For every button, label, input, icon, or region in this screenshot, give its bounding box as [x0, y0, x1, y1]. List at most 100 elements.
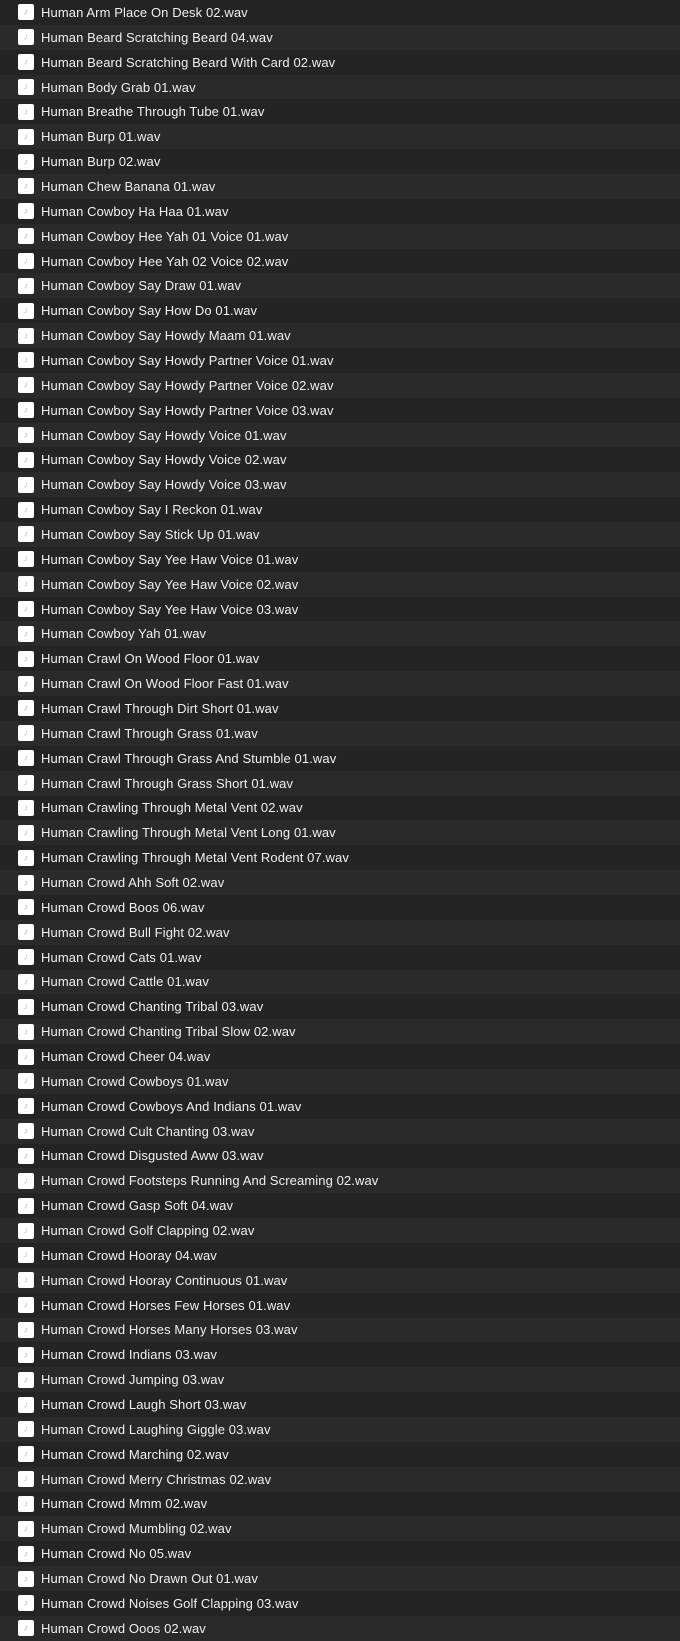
audio-file-icon: [18, 129, 34, 145]
file-row[interactable]: Human Crawl Through Grass Short 01.wav: [0, 771, 680, 796]
file-row[interactable]: Human Crowd Footsteps Running And Scream…: [0, 1168, 680, 1193]
file-row[interactable]: Human Crowd Bull Fight 02.wav: [0, 920, 680, 945]
file-row[interactable]: Human Crowd Indians 03.wav: [0, 1342, 680, 1367]
audio-file-icon: [18, 29, 34, 45]
file-name: Human Crowd Horses Few Horses 01.wav: [41, 1298, 290, 1313]
file-row[interactable]: Human Cowboy Say I Reckon 01.wav: [0, 497, 680, 522]
file-row[interactable]: Human Crawling Through Metal Vent Rodent…: [0, 845, 680, 870]
file-row[interactable]: Human Cowboy Yah 01.wav: [0, 621, 680, 646]
file-row[interactable]: Human Crowd Gasp Soft 04.wav: [0, 1193, 680, 1218]
file-row[interactable]: Human Cowboy Say Yee Haw Voice 01.wav: [0, 547, 680, 572]
file-row[interactable]: Human Crowd Chanting Tribal 03.wav: [0, 994, 680, 1019]
file-row[interactable]: Human Beard Scratching Beard With Card 0…: [0, 50, 680, 75]
audio-file-icon: [18, 1049, 34, 1065]
file-row[interactable]: Human Cowboy Say Howdy Partner Voice 03.…: [0, 398, 680, 423]
audio-file-icon: [18, 1421, 34, 1437]
file-row[interactable]: Human Crowd Noises Golf Clapping 03.wav: [0, 1591, 680, 1616]
file-name: Human Crowd Laughing Giggle 03.wav: [41, 1422, 271, 1437]
audio-file-icon: [18, 1223, 34, 1239]
file-row[interactable]: Human Crowd Cult Chanting 03.wav: [0, 1119, 680, 1144]
file-name: Human Cowboy Say Howdy Voice 03.wav: [41, 477, 287, 492]
file-name: Human Crawling Through Metal Vent Rodent…: [41, 850, 349, 865]
file-name: Human Cowboy Say Howdy Partner Voice 01.…: [41, 353, 334, 368]
file-row[interactable]: Human Cowboy Say Draw 01.wav: [0, 273, 680, 298]
file-name: Human Crowd Cowboys 01.wav: [41, 1074, 229, 1089]
file-row[interactable]: Human Crowd Mumbling 02.wav: [0, 1516, 680, 1541]
file-row[interactable]: Human Cowboy Ha Haa 01.wav: [0, 199, 680, 224]
file-name: Human Burp 02.wav: [41, 154, 160, 169]
file-row[interactable]: Human Crowd Golf Clapping 02.wav: [0, 1218, 680, 1243]
file-row[interactable]: Human Cowboy Say Yee Haw Voice 03.wav: [0, 597, 680, 622]
file-row[interactable]: Human Crowd No 05.wav: [0, 1541, 680, 1566]
file-row[interactable]: Human Crawl On Wood Floor 01.wav: [0, 646, 680, 671]
file-name: Human Crowd Merry Christmas 02.wav: [41, 1472, 271, 1487]
file-row[interactable]: Human Crawl Through Grass And Stumble 01…: [0, 746, 680, 771]
file-name: Human Cowboy Say How Do 01.wav: [41, 303, 257, 318]
file-row[interactable]: Human Crowd Marching 02.wav: [0, 1442, 680, 1467]
file-row[interactable]: Human Cowboy Say Yee Haw Voice 02.wav: [0, 572, 680, 597]
file-row[interactable]: Human Crowd Mmm 02.wav: [0, 1492, 680, 1517]
file-row[interactable]: Human Crowd No Drawn Out 01.wav: [0, 1566, 680, 1591]
file-row[interactable]: Human Crowd Merry Christmas 02.wav: [0, 1467, 680, 1492]
file-name: Human Crawl On Wood Floor Fast 01.wav: [41, 676, 289, 691]
file-row[interactable]: Human Crowd Laughing Giggle 03.wav: [0, 1417, 680, 1442]
file-row[interactable]: Human Cowboy Say Stick Up 01.wav: [0, 522, 680, 547]
file-row[interactable]: Human Crowd Ahh Soft 02.wav: [0, 870, 680, 895]
file-row[interactable]: Human Crowd Cowboys 01.wav: [0, 1069, 680, 1094]
audio-file-icon: [18, 850, 34, 866]
audio-file-icon: [18, 700, 34, 716]
file-row[interactable]: Human Chew Banana 01.wav: [0, 174, 680, 199]
file-row[interactable]: Human Crowd Cheer 04.wav: [0, 1044, 680, 1069]
file-row[interactable]: Human Crowd Cowboys And Indians 01.wav: [0, 1094, 680, 1119]
file-row[interactable]: Human Cowboy Say Howdy Maam 01.wav: [0, 323, 680, 348]
audio-file-icon: [18, 427, 34, 443]
file-row[interactable]: Human Crowd Hooray 04.wav: [0, 1243, 680, 1268]
audio-file-icon: [18, 1123, 34, 1139]
file-name: Human Crowd Indians 03.wav: [41, 1347, 217, 1362]
file-row[interactable]: Human Cowboy Say Howdy Voice 03.wav: [0, 472, 680, 497]
file-name: Human Cowboy Say Yee Haw Voice 01.wav: [41, 552, 298, 567]
file-name: Human Crowd Ooos 02.wav: [41, 1621, 206, 1636]
audio-file-icon: [18, 1173, 34, 1189]
file-row[interactable]: Human Cowboy Hee Yah 01 Voice 01.wav: [0, 224, 680, 249]
file-row[interactable]: Human Crowd Cats 01.wav: [0, 945, 680, 970]
file-row[interactable]: Human Burp 02.wav: [0, 149, 680, 174]
audio-file-icon: [18, 452, 34, 468]
file-row[interactable]: Human Crowd Horses Few Horses 01.wav: [0, 1293, 680, 1318]
file-row[interactable]: Human Arm Place On Desk 02.wav: [0, 0, 680, 25]
file-row[interactable]: Human Crowd Disgusted Aww 03.wav: [0, 1144, 680, 1169]
file-row[interactable]: Human Crawl Through Grass 01.wav: [0, 721, 680, 746]
file-row[interactable]: Human Cowboy Hee Yah 02 Voice 02.wav: [0, 249, 680, 274]
file-row[interactable]: Human Beard Scratching Beard 04.wav: [0, 25, 680, 50]
file-row[interactable]: Human Cowboy Say How Do 01.wav: [0, 298, 680, 323]
file-row[interactable]: Human Crowd Ooos 02.wav: [0, 1616, 680, 1641]
file-row[interactable]: Human Crawling Through Metal Vent 02.wav: [0, 796, 680, 821]
audio-file-icon: [18, 1098, 34, 1114]
file-row[interactable]: Human Crowd Jumping 03.wav: [0, 1367, 680, 1392]
audio-file-icon: [18, 750, 34, 766]
audio-file-icon: [18, 278, 34, 294]
file-row[interactable]: Human Crowd Boos 06.wav: [0, 895, 680, 920]
file-row[interactable]: Human Crawling Through Metal Vent Long 0…: [0, 820, 680, 845]
file-row[interactable]: Human Cowboy Say Howdy Partner Voice 01.…: [0, 348, 680, 373]
file-row[interactable]: Human Burp 01.wav: [0, 124, 680, 149]
file-row[interactable]: Human Crowd Laugh Short 03.wav: [0, 1392, 680, 1417]
file-row[interactable]: Human Crowd Cattle 01.wav: [0, 970, 680, 995]
file-row[interactable]: Human Crawl Through Dirt Short 01.wav: [0, 696, 680, 721]
file-row[interactable]: Human Crawl On Wood Floor Fast 01.wav: [0, 671, 680, 696]
file-row[interactable]: Human Crowd Horses Many Horses 03.wav: [0, 1318, 680, 1343]
file-row[interactable]: Human Crowd Chanting Tribal Slow 02.wav: [0, 1019, 680, 1044]
audio-file-icon: [18, 1471, 34, 1487]
audio-file-icon: [18, 178, 34, 194]
file-row[interactable]: Human Cowboy Say Howdy Voice 02.wav: [0, 447, 680, 472]
file-row[interactable]: Human Crowd Hooray Continuous 01.wav: [0, 1268, 680, 1293]
audio-file-icon: [18, 1148, 34, 1164]
audio-file-icon: [18, 54, 34, 70]
audio-file-icon: [18, 974, 34, 990]
audio-file-icon: [18, 1272, 34, 1288]
file-row[interactable]: Human Cowboy Say Howdy Voice 01.wav: [0, 423, 680, 448]
file-row[interactable]: Human Body Grab 01.wav: [0, 75, 680, 100]
file-name: Human Breathe Through Tube 01.wav: [41, 104, 264, 119]
file-row[interactable]: Human Breathe Through Tube 01.wav: [0, 99, 680, 124]
file-row[interactable]: Human Cowboy Say Howdy Partner Voice 02.…: [0, 373, 680, 398]
